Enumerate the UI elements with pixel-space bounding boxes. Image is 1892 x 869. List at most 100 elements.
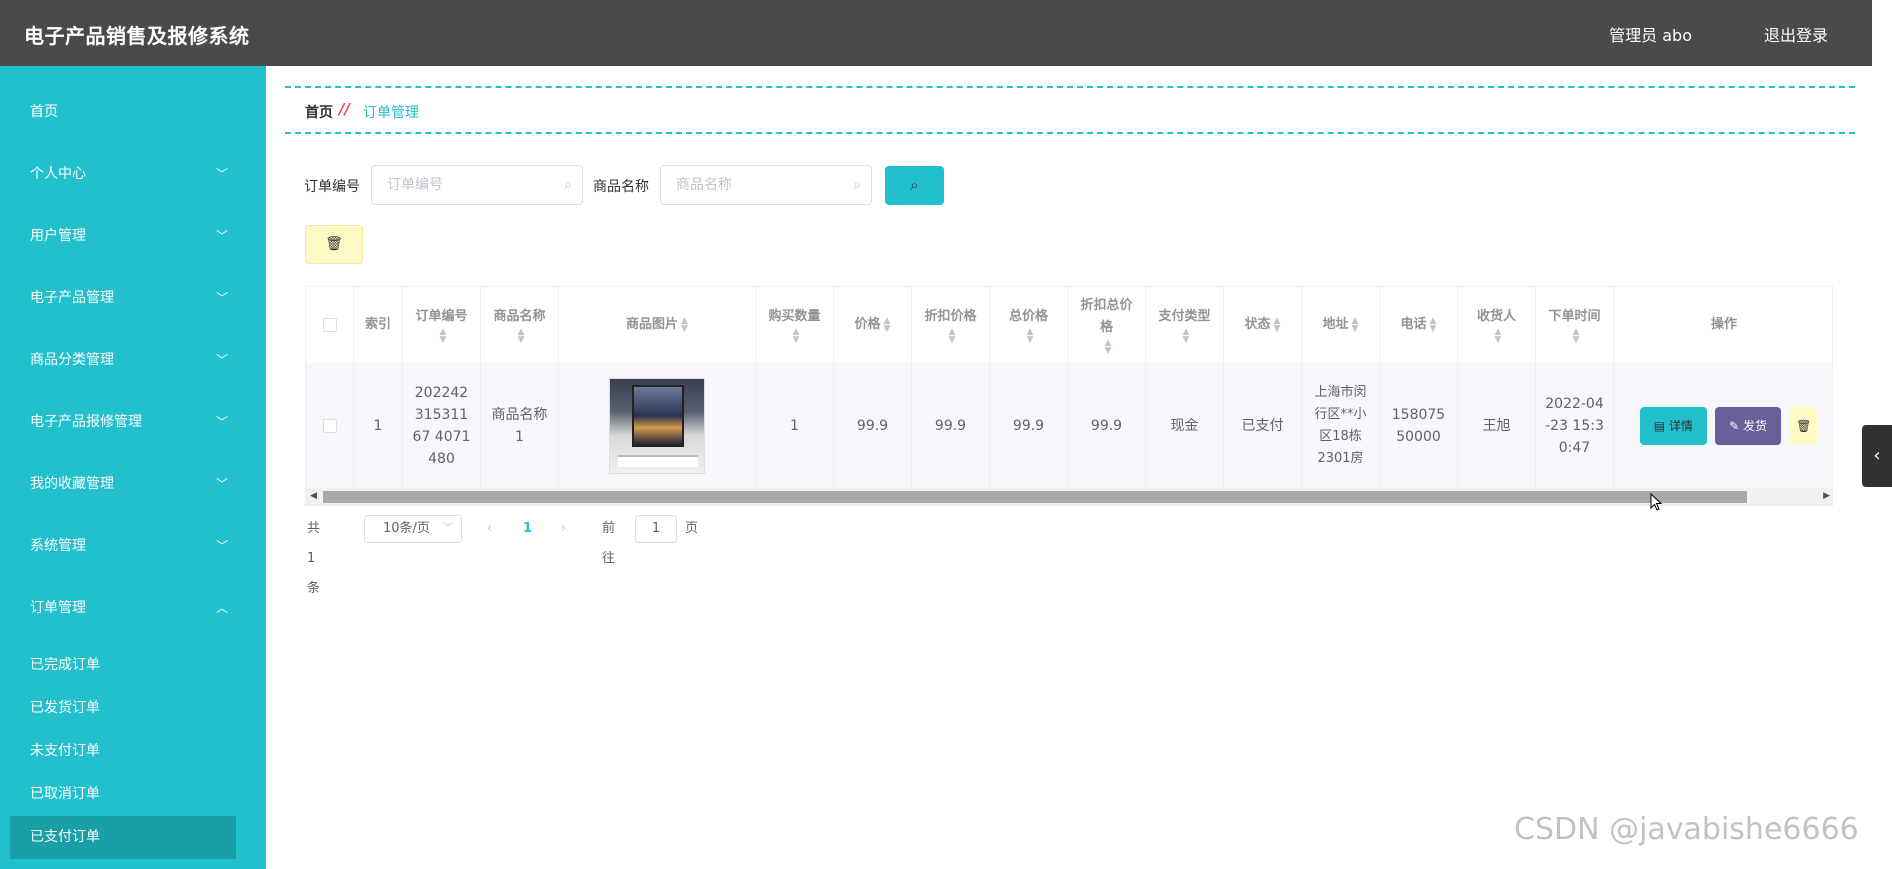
sort-icon[interactable]: ▲ ▼	[1495, 327, 1502, 344]
order-no-label: 订单编号	[304, 179, 360, 195]
header-index: 索引	[354, 287, 403, 362]
sort-icon[interactable]: ▲ ▼	[1352, 316, 1359, 333]
sidebar-subitem-unpaid-orders[interactable]: 未支付订单	[10, 730, 236, 773]
header-discount-price[interactable]: 折扣价格 ▲ ▼	[912, 287, 990, 362]
sort-icon[interactable]: ▲ ▼	[1274, 316, 1281, 333]
select-all-checkbox[interactable]	[322, 317, 337, 332]
sidebar-item-label: 系统管理	[30, 538, 86, 554]
watermark: CSDN @javabishe6666	[1514, 812, 1859, 847]
cell-discount-price: 99.9	[912, 363, 990, 488]
header-receiver[interactable]: 收货人 ▲ ▼	[1458, 287, 1536, 362]
scrollbar-thumb[interactable]	[323, 491, 1747, 503]
page-size-value: 10条/页	[383, 521, 430, 536]
sort-icon[interactable]: ▲ ▼	[681, 316, 688, 333]
header-status[interactable]: 状态 ▲ ▼	[1224, 287, 1302, 362]
next-page-icon[interactable]: ›	[561, 514, 566, 544]
scroll-left-icon[interactable]: ◀	[310, 491, 317, 501]
collapse-panel-icon[interactable]: ‹	[1862, 425, 1892, 487]
sidebar-item-system-management[interactable]: 系统管理 ﹀	[0, 526, 266, 566]
page-size-select[interactable]: 10条/页 ﹀	[364, 515, 462, 543]
logout-link[interactable]: 退出登录	[1764, 22, 1828, 46]
sidebar-item-label: 电子产品报修管理	[30, 414, 142, 430]
cell-pay-type: 现金	[1146, 363, 1224, 488]
product-image[interactable]	[609, 377, 705, 474]
sidebar-item-category-management[interactable]: 商品分类管理 ﹀	[0, 340, 266, 380]
chevron-down-icon: ﹀	[215, 291, 228, 305]
page-number-current[interactable]: 1	[523, 514, 532, 544]
chevron-down-icon: ﹀	[215, 415, 228, 429]
sidebar-subitem-cancelled-orders[interactable]: 已取消订单	[10, 773, 236, 816]
sidebar-item-favorites-management[interactable]: 我的收藏管理 ﹀	[0, 464, 266, 504]
product-name-input[interactable]	[661, 166, 831, 204]
sidebar-item-user-management[interactable]: 用户管理 ﹀	[0, 216, 266, 256]
horizontal-scrollbar[interactable]: ◀ ▶	[306, 488, 1832, 505]
detail-button[interactable]: ▤ 详情	[1640, 406, 1707, 445]
sort-icon[interactable]: ▲ ▼	[518, 327, 525, 344]
edit-icon: ✎	[1729, 418, 1743, 433]
header-product-image[interactable]: 商品图片 ▲ ▼	[559, 287, 756, 362]
prev-page-icon[interactable]: ‹	[487, 514, 492, 544]
sort-icon[interactable]: ▲ ▼	[884, 316, 891, 333]
sidebar-item-repair-management[interactable]: 电子产品报修管理 ﹀	[0, 402, 266, 442]
header-phone[interactable]: 电话 ▲ ▼	[1380, 287, 1458, 362]
sort-icon[interactable]: ▲ ▼	[440, 327, 447, 344]
header-total-price[interactable]: 总价格 ▲ ▼	[990, 287, 1068, 362]
batch-delete-button[interactable]: 🗑	[305, 225, 363, 264]
user-info: 管理员 abo	[1609, 26, 1692, 45]
ship-button[interactable]: ✎ 发货	[1714, 406, 1782, 445]
header-order-no[interactable]: 订单编号 ▲ ▼	[403, 287, 481, 362]
sidebar-item-label: 商品分类管理	[30, 352, 114, 368]
header-label: 下单时间	[1548, 308, 1601, 324]
row-checkbox[interactable]	[322, 418, 337, 433]
sort-icon[interactable]: ▲ ▼	[1430, 316, 1437, 333]
header-quantity[interactable]: 购买数量 ▲ ▼	[756, 287, 834, 362]
document-icon: ▤	[1653, 418, 1669, 433]
header-label: 收货人	[1476, 308, 1516, 324]
sort-icon[interactable]: ▲ ▼	[1027, 327, 1034, 344]
sidebar-item-personal-center[interactable]: 个人中心 ﹀	[0, 154, 266, 194]
sidebar-subitem-completed-orders[interactable]: 已完成订单	[10, 644, 236, 687]
sidebar-item-home[interactable]: 首页	[0, 92, 266, 132]
search-icon: ⌕	[564, 177, 572, 193]
header-label: 购买数量	[768, 308, 821, 324]
breadcrumb: 首页 // 订单管理	[285, 86, 1855, 134]
cell-actions: ▤ 详情 ✎ 发货 🗑	[1614, 363, 1832, 488]
header-label: 支付类型	[1158, 308, 1211, 324]
sort-icon[interactable]: ▲ ▼	[793, 327, 800, 344]
sidebar-subitem-paid-orders[interactable]: 已支付订单	[10, 816, 236, 859]
header-discount-total[interactable]: 折扣总价格 ▲ ▼	[1068, 287, 1146, 362]
search-button[interactable]: ⌕	[885, 166, 944, 205]
sidebar-item-label: 个人中心	[30, 166, 86, 182]
sort-icon[interactable]: ▲ ▼	[1573, 327, 1580, 344]
header-label: 总价格	[1008, 308, 1048, 324]
product-name-field[interactable]: ⌕	[660, 165, 872, 205]
sidebar-item-order-management[interactable]: 订单管理 ︿	[0, 588, 266, 628]
chevron-down-icon: ﹀	[215, 167, 228, 181]
order-no-field[interactable]: ⌕	[371, 165, 583, 205]
breadcrumb-current: 订单管理	[363, 105, 419, 121]
row-delete-button[interactable]: 🗑	[1789, 406, 1818, 445]
trash-icon: 🗑	[325, 236, 343, 252]
goto-page-input[interactable]: 1	[635, 515, 677, 543]
search-icon: ⌕	[853, 177, 861, 193]
order-no-input[interactable]	[372, 166, 542, 204]
cell-discount-total: 99.9	[1068, 363, 1146, 488]
scroll-right-icon[interactable]: ▶	[1823, 491, 1830, 501]
cell-price: 99.9	[834, 363, 912, 488]
sort-icon[interactable]: ▲ ▼	[1183, 327, 1190, 344]
header-price[interactable]: 价格 ▲ ▼	[834, 287, 912, 362]
trash-icon: 🗑	[1796, 418, 1812, 433]
sort-icon[interactable]: ▲ ▼	[949, 327, 956, 344]
header-pay-type[interactable]: 支付类型 ▲ ▼	[1146, 287, 1224, 362]
breadcrumb-home[interactable]: 首页	[305, 102, 333, 122]
sort-icon[interactable]: ▲ ▼	[1105, 338, 1112, 355]
sidebar-subitem-shipped-orders[interactable]: 已发货订单	[10, 687, 236, 730]
main-content: 首页 // 订单管理 订单编号 ⌕ 商品名称 ⌕ ⌕ 🗑 索引 订单编号 ▲▼ 商…	[285, 66, 1855, 869]
cell-index: 1	[354, 363, 403, 488]
header-product-name[interactable]: 商品名称 ▲ ▼	[481, 287, 559, 362]
header-label: 索引	[364, 316, 391, 332]
sidebar-item-product-management[interactable]: 电子产品管理 ﹀	[0, 278, 266, 318]
header-label: 价格	[854, 316, 881, 332]
header-address[interactable]: 地址 ▲ ▼	[1302, 287, 1380, 362]
header-order-time[interactable]: 下单时间 ▲ ▼	[1536, 287, 1614, 362]
